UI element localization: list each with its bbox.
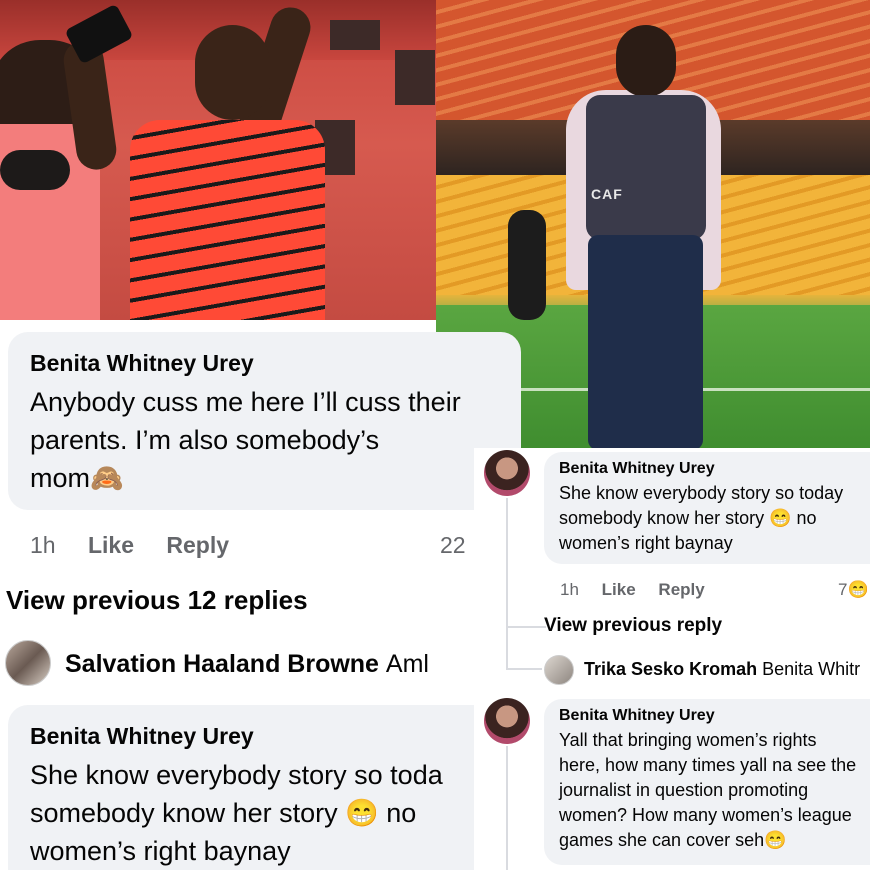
view-previous-replies-link[interactable]: View previous 12 replies	[6, 585, 308, 616]
avatar[interactable]	[544, 655, 574, 685]
reply-actions: 1h Like Reply	[560, 580, 723, 600]
thread-connector	[506, 498, 508, 628]
reply-button[interactable]: Reply	[658, 580, 704, 599]
reply-author[interactable]: Benita Whitney Urey	[559, 460, 855, 478]
orange-jersey	[130, 120, 325, 320]
reply-text-line: women? How many women’s league	[559, 805, 852, 825]
comment-bubble-bottom[interactable]: Benita Whitney Urey She know everybody s…	[8, 705, 478, 870]
reply-author[interactable]: Benita Whitney Urey	[559, 707, 855, 725]
comment-text-line: She know everybody story so toda	[30, 760, 443, 790]
ceiling-block	[330, 20, 380, 50]
comment-text-line: somebody know her story 😁 no	[30, 798, 417, 828]
view-previous-reply-link[interactable]: View previous reply	[544, 615, 722, 637]
reply-preview-trika[interactable]: Trika Sesko Kromah Benita Whitr	[584, 659, 860, 680]
photo-celebrating-fans	[0, 0, 436, 320]
comment-text: Anybody cuss me here I’ll cuss their par…	[30, 383, 499, 497]
comment-actions: 1h Like Reply	[30, 532, 255, 559]
comment-author[interactable]: Benita Whitney Urey	[30, 350, 499, 377]
reply-time[interactable]: 1h	[560, 580, 579, 599]
reply-author[interactable]: Trika Sesko Kromah	[584, 659, 757, 679]
reply-preview-text: Benita Whitr	[762, 659, 861, 679]
journalist-head	[616, 25, 676, 97]
avatar[interactable]	[5, 640, 51, 686]
reply-text-line: Yall that bringing women’s rights	[559, 730, 817, 750]
comment-time[interactable]: 1h	[30, 532, 56, 558]
reply-text-line: women’s right baynay	[559, 533, 733, 553]
reply-text-line: somebody know her story 😁 no	[559, 508, 817, 528]
journalist-trousers	[588, 235, 703, 450]
comment-author[interactable]: Benita Whitney Urey	[30, 723, 456, 750]
ceiling-block	[395, 50, 435, 105]
comment-text-line: parents. I’m also somebody’s	[30, 425, 380, 455]
reply-preview-text: Aml	[385, 650, 429, 678]
reply-text-line: games she can cover seh😁	[559, 830, 787, 850]
thread-connector	[506, 628, 508, 670]
reaction-count[interactable]: 22	[440, 532, 466, 559]
reply-preview-salvation[interactable]: Salvation Haaland Browne Aml	[65, 650, 429, 679]
thread-connector	[506, 746, 508, 870]
sleeve-shape	[0, 150, 70, 190]
reply-text-line: She know everybody story so today	[559, 483, 844, 503]
background-worker	[508, 210, 546, 320]
avatar[interactable]	[484, 450, 530, 496]
comment-bubble-main[interactable]: Benita Whitney Urey Anybody cuss me here…	[8, 332, 521, 510]
reply-author[interactable]: Salvation Haaland Browne	[65, 650, 379, 678]
woman-head	[195, 25, 270, 120]
thread-connector	[506, 626, 546, 628]
comment-text-line: Anybody cuss me here I’ll cuss their	[30, 387, 461, 417]
reply-bubble[interactable]: Benita Whitney Urey She know everybody s…	[544, 452, 870, 564]
comment-text: She know everybody story so toda somebod…	[30, 756, 456, 870]
avatar[interactable]	[484, 698, 530, 744]
reply-bubble[interactable]: Benita Whitney Urey Yall that bringing w…	[544, 699, 870, 865]
reply-text: Yall that bringing women’s rights here, …	[559, 728, 857, 853]
comment-text-line: women’s right baynay	[30, 836, 291, 866]
press-vest	[586, 95, 706, 240]
reply-button[interactable]: Reply	[166, 532, 229, 558]
comment-text-line: mom🙈	[30, 463, 124, 493]
reply-text-line: here, how many times yall na see the	[559, 755, 857, 775]
reply-text-line: journalist in question promoting	[559, 780, 809, 800]
reply-text: She know everybody story so today somebo…	[559, 481, 855, 556]
like-button[interactable]: Like	[602, 580, 636, 599]
like-button[interactable]: Like	[88, 532, 134, 558]
thread-connector	[506, 668, 542, 670]
reaction-count[interactable]: 7😁	[838, 580, 869, 600]
vest-logo-text: CAF	[591, 186, 623, 202]
